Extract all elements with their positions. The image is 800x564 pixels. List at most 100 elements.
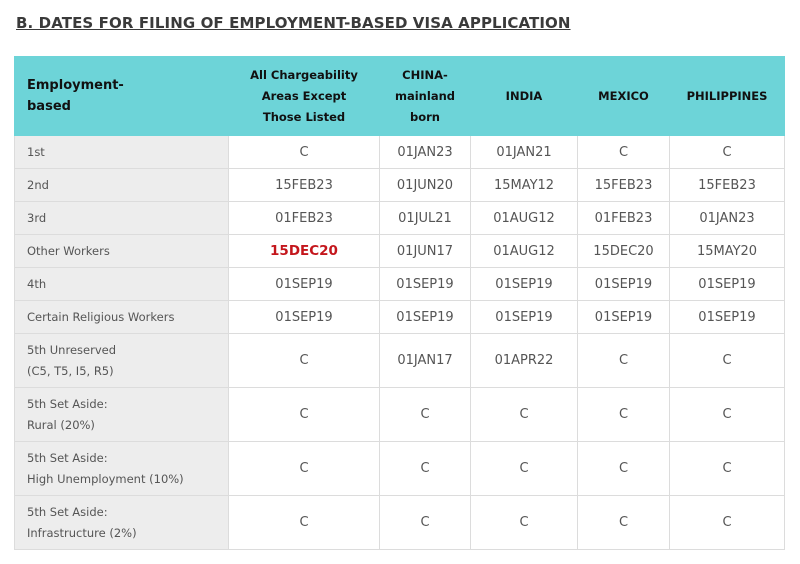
row-label: 5th Unreserved (C5, T5, I5, R5): [14, 333, 229, 388]
date-cell: C: [379, 495, 471, 550]
table-row: 2nd 15FEB23 01JUN20 15MAY12 15FEB23 15FEB23: [14, 168, 785, 202]
table-row: Certain Religious Workers 01SEP19 01SEP19 0…: [14, 300, 785, 334]
row-label-text: (C5, T5, I5, R5): [27, 363, 114, 378]
row-label-text: 4th: [27, 276, 47, 291]
table-row: 3rd 01FEB23 01JUL21 01AUG12 01FEB23 01JAN23: [14, 201, 785, 235]
header-text: All Chargeability: [250, 67, 358, 82]
date-cell: 15FEB23: [577, 168, 670, 202]
date-cell: 01SEP19: [379, 267, 471, 301]
table-row: 5th Set Aside: Infrastructure (2%) C C C C C: [14, 495, 785, 550]
date-cell: C: [669, 387, 785, 442]
row-label-text: 5th Unreserved: [27, 342, 117, 357]
row-label-text: 5th Set Aside:: [27, 504, 108, 519]
header-employment-based: Employment- based: [14, 56, 229, 136]
date-cell: C: [379, 441, 471, 496]
header-text: born: [410, 109, 440, 124]
row-label: Certain Religious Workers: [14, 300, 229, 334]
date-cell: C: [669, 495, 785, 550]
date-cell: 01SEP19: [228, 300, 380, 334]
date-cell: 01JUL21: [379, 201, 471, 235]
date-cell: 01SEP19: [577, 267, 670, 301]
row-label-text: High Unemployment (10%): [27, 471, 184, 486]
date-cell: C: [228, 441, 380, 496]
row-label: 5th Set Aside: Infrastructure (2%): [14, 495, 229, 550]
header-china: CHINA- mainland born: [379, 56, 471, 136]
date-cell: C: [228, 387, 380, 442]
date-cell: 15FEB23: [669, 168, 785, 202]
date-cell: C: [577, 135, 670, 169]
table-row: 5th Unreserved (C5, T5, I5, R5) C 01JAN17 01…: [14, 333, 785, 388]
header-mexico: MEXICO: [577, 56, 670, 136]
date-cell: C: [669, 135, 785, 169]
date-cell: 01SEP19: [228, 267, 380, 301]
date-cell: 15MAY12: [470, 168, 578, 202]
table-row: Other Workers 15DEC20 01JUN17 01AUG12 15DEC2…: [14, 234, 785, 268]
row-label-text: 5th Set Aside:: [27, 396, 108, 411]
date-cell: 01FEB23: [228, 201, 380, 235]
table-body: 1st C 01JAN23 01JAN21 C C 2nd 15FEB23 01JUN20 15M…: [14, 135, 785, 550]
date-cell: 01JAN17: [379, 333, 471, 388]
row-label: 5th Set Aside: Rural (20%): [14, 387, 229, 442]
date-cell: 01SEP19: [470, 300, 578, 334]
row-label-text: Other Workers: [27, 243, 110, 258]
table-row: 4th 01SEP19 01SEP19 01SEP19 01SEP19 01SEP19: [14, 267, 785, 301]
date-cell: 01JAN21: [470, 135, 578, 169]
row-label: 5th Set Aside: High Unemployment (10%): [14, 441, 229, 496]
page-title: B. DATES FOR FILING OF EMPLOYMENT-BASED …: [16, 14, 571, 32]
row-label: 4th: [14, 267, 229, 301]
date-cell: C: [577, 387, 670, 442]
row-label: 3rd: [14, 201, 229, 235]
date-cell: 15MAY20: [669, 234, 785, 268]
date-cell: 01SEP19: [379, 300, 471, 334]
row-label-text: 3rd: [27, 210, 47, 225]
date-cell: 01JUN17: [379, 234, 471, 268]
date-cell: 01JAN23: [379, 135, 471, 169]
date-cell: C: [470, 495, 578, 550]
header-text: Employment-: [27, 78, 124, 93]
date-cell: C: [228, 333, 380, 388]
date-cell: 01SEP19: [470, 267, 578, 301]
header-philippines: PHILIPPINES: [669, 56, 785, 136]
date-cell: 01AUG12: [470, 234, 578, 268]
header-text: mainland: [395, 88, 455, 103]
date-cell: 01AUG12: [470, 201, 578, 235]
header-text: Those Listed: [262, 109, 346, 124]
row-label-text: Infrastructure (2%): [27, 525, 137, 540]
row-label: 1st: [14, 135, 229, 169]
date-cell: 01SEP19: [577, 300, 670, 334]
date-cell: 01SEP19: [669, 300, 785, 334]
table-row: 5th Set Aside: High Unemployment (10%) C C C…: [14, 441, 785, 496]
date-cell: 01FEB23: [577, 201, 670, 235]
row-label-text: 1st: [27, 144, 45, 159]
date-cell: 15FEB23: [228, 168, 380, 202]
table-row: 5th Set Aside: Rural (20%) C C C C C: [14, 387, 785, 442]
date-cell: C: [577, 495, 670, 550]
date-cell: 01APR22: [470, 333, 578, 388]
date-cell: C: [577, 441, 670, 496]
row-label: Other Workers: [14, 234, 229, 268]
row-label-text: Rural (20%): [27, 417, 95, 432]
date-cell: C: [669, 333, 785, 388]
date-cell: C: [669, 441, 785, 496]
header-text: Areas Except: [261, 88, 347, 103]
date-cell: 01SEP19: [669, 267, 785, 301]
header-all-chargeability: All Chargeability Areas Except Those Lis…: [228, 56, 380, 136]
date-cell: C: [228, 495, 380, 550]
date-cell: C: [228, 135, 380, 169]
header-india: INDIA: [470, 56, 578, 136]
date-cell: C: [379, 387, 471, 442]
date-cell: C: [470, 387, 578, 442]
header-text: CHINA-: [402, 67, 448, 82]
date-cell: 01JUN20: [379, 168, 471, 202]
date-cell: 01JAN23: [669, 201, 785, 235]
row-label-text: Certain Religious Workers: [27, 309, 175, 324]
visa-dates-table: Employment- based All Chargeability Area…: [14, 56, 785, 550]
table-row: 1st C 01JAN23 01JAN21 C C: [14, 135, 785, 169]
date-cell: 15DEC20: [577, 234, 670, 268]
table-header-row: Employment- based All Chargeability Area…: [14, 56, 785, 136]
row-label-text: 5th Set Aside:: [27, 450, 108, 465]
row-label: 2nd: [14, 168, 229, 202]
date-cell: 15DEC20: [228, 234, 380, 268]
date-cell: C: [577, 333, 670, 388]
date-cell: C: [470, 441, 578, 496]
